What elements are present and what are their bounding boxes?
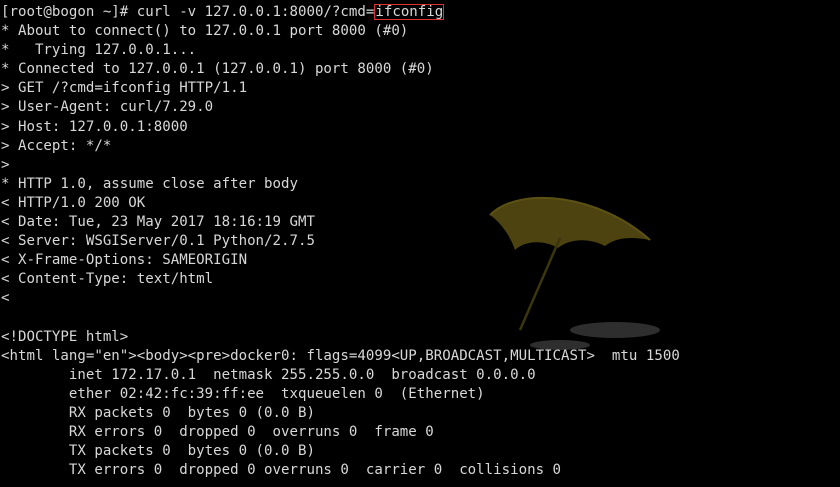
line-text: inet 172.17.0.1 netmask 255.255.0.0 broa… bbox=[1, 366, 536, 383]
line-text: < Server: WSGIServer/0.1 Python/2.7.5 bbox=[1, 233, 315, 250]
line-text: RX errors 0 dropped 0 overruns 0 frame 0 bbox=[1, 424, 434, 441]
output-line: < X-Frame-Options: SAMEORIGIN bbox=[1, 251, 680, 270]
line-text: <!DOCTYPE html> bbox=[1, 328, 129, 345]
line-text: TX errors 0 dropped 0 overruns 0 carrier… bbox=[1, 462, 562, 479]
output-line: TX packets 0 bytes 0 (0.0 B) bbox=[1, 442, 680, 461]
output-line: < HTTP/1.0 200 OK bbox=[1, 194, 680, 213]
terminal-output: [root@bogon ~]# curl -v 127.0.0.1:8000/?… bbox=[1, 3, 680, 480]
output-line: * About to connect() to 127.0.0.1 port 8… bbox=[1, 22, 680, 41]
output-line: <html lang="en"><body><pre>docker0: flag… bbox=[1, 347, 680, 366]
line-text: RX packets 0 bytes 0 (0.0 B) bbox=[1, 404, 315, 421]
output-line: < Server: WSGIServer/0.1 Python/2.7.5 bbox=[1, 232, 680, 251]
output-line: ether 02:42:fc:39:ff:ee txqueuelen 0 (Et… bbox=[1, 385, 680, 404]
output-line: < Date: Tue, 23 May 2017 18:16:19 GMT bbox=[1, 213, 680, 232]
terminal-window[interactable]: [root@bogon ~]# curl -v 127.0.0.1:8000/?… bbox=[0, 0, 840, 487]
line-text: > Host: 127.0.0.1:8000 bbox=[1, 118, 188, 135]
output-line: < Content-Type: text/html bbox=[1, 270, 680, 289]
output-line: * Trying 127.0.0.1... bbox=[1, 41, 680, 60]
output-line: > Host: 127.0.0.1:8000 bbox=[1, 118, 680, 137]
line-text: * HTTP 1.0, assume close after body bbox=[1, 175, 298, 192]
output-line: TX errors 0 dropped 0 overruns 0 carrier… bbox=[1, 461, 680, 480]
output-line: < bbox=[1, 289, 680, 308]
line-text: ether 02:42:fc:39:ff:ee txqueuelen 0 (Et… bbox=[1, 385, 485, 402]
line-text: > User-Agent: curl/7.29.0 bbox=[1, 99, 214, 116]
line-text: < X-Frame-Options: SAMEORIGIN bbox=[1, 252, 248, 269]
line-text: > Accept: */* bbox=[1, 137, 112, 154]
line-text: TX packets 0 bytes 0 (0.0 B) bbox=[1, 443, 315, 460]
line-text: * Trying 127.0.0.1... bbox=[1, 42, 197, 59]
line-text: < Date: Tue, 23 May 2017 18:16:19 GMT bbox=[1, 214, 315, 231]
line-text: * Connected to 127.0.0.1 (127.0.0.1) por… bbox=[1, 61, 434, 78]
line-text: < HTTP/1.0 200 OK bbox=[1, 194, 146, 211]
line-text: > bbox=[1, 156, 10, 173]
output-line: > Accept: */* bbox=[1, 137, 680, 156]
output-line: RX packets 0 bytes 0 (0.0 B) bbox=[1, 404, 680, 423]
output-line: * HTTP 1.0, assume close after body bbox=[1, 175, 680, 194]
output-line: inet 172.17.0.1 netmask 255.255.0.0 broa… bbox=[1, 366, 680, 385]
line-text: [root@bogon ~]# curl -v 127.0.0.1:8000/?… bbox=[1, 4, 375, 20]
line-text: < Content-Type: text/html bbox=[1, 271, 214, 288]
line-text: > GET /?cmd=ifconfig HTTP/1.1 bbox=[1, 80, 248, 97]
output-line: > GET /?cmd=ifconfig HTTP/1.1 bbox=[1, 79, 680, 98]
line-text: < bbox=[1, 290, 10, 307]
output-line: <!DOCTYPE html> bbox=[1, 328, 680, 347]
line-text: <html lang="en"><body><pre>docker0: flag… bbox=[1, 347, 680, 364]
output-line: RX errors 0 dropped 0 overruns 0 frame 0 bbox=[1, 423, 680, 442]
line-text: * About to connect() to 127.0.0.1 port 8… bbox=[1, 23, 409, 40]
highlighted-cmd-param: ifconfig bbox=[374, 4, 445, 20]
output-line: > bbox=[1, 156, 680, 175]
output-line: > User-Agent: curl/7.29.0 bbox=[1, 98, 680, 117]
output-line: * Connected to 127.0.0.1 (127.0.0.1) por… bbox=[1, 60, 680, 79]
command-line: [root@bogon ~]# curl -v 127.0.0.1:8000/?… bbox=[1, 3, 680, 22]
